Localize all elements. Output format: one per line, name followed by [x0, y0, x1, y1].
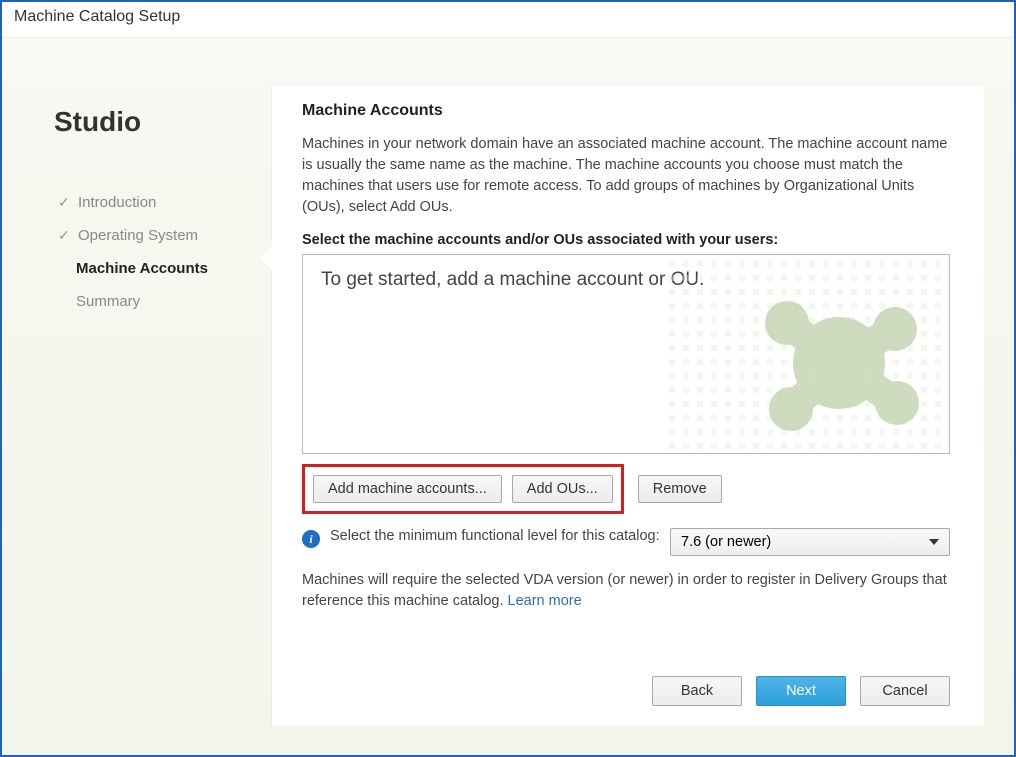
next-button[interactable]: Next — [756, 676, 846, 706]
check-icon: ✓ — [58, 227, 76, 244]
select-accounts-label: Select the machine accounts and/or OUs a… — [302, 232, 950, 248]
studio-brand: Studio — [54, 106, 262, 138]
back-button[interactable]: Back — [652, 676, 742, 706]
check-icon: ✓ — [58, 194, 76, 211]
add-ous-button[interactable]: Add OUs... — [512, 475, 613, 503]
step-machine-accounts[interactable]: Machine Accounts — [54, 252, 262, 285]
dropdown-value: 7.6 (or newer) — [681, 534, 771, 550]
info-icon: i — [302, 530, 320, 548]
wizard-panel: Machine Accounts Machines in your networ… — [272, 86, 984, 726]
add-machine-accounts-button[interactable]: Add machine accounts... — [313, 475, 502, 503]
highlighted-buttons: Add machine accounts... Add OUs... — [302, 464, 624, 514]
window-title: Machine Catalog Setup — [2, 2, 1014, 38]
step-label: Operating System — [78, 227, 198, 244]
accounts-button-row: Add machine accounts... Add OUs... Remov… — [302, 464, 950, 514]
step-operating-system[interactable]: ✓ Operating System — [54, 219, 262, 252]
step-label: Machine Accounts — [76, 260, 208, 277]
window-body: Studio ✓ Introduction ✓ Operating System… — [2, 38, 1014, 755]
step-introduction[interactable]: ✓ Introduction — [54, 186, 262, 219]
active-step-pointer — [260, 246, 272, 270]
functional-level-row: i Select the minimum functional level fo… — [302, 528, 950, 556]
step-label: Summary — [76, 293, 140, 310]
step-label: Introduction — [78, 194, 156, 211]
chevron-down-icon — [929, 539, 939, 545]
cancel-button[interactable]: Cancel — [860, 676, 950, 706]
wizard-window: Machine Catalog Setup Studio ✓ Introduct… — [0, 0, 1016, 757]
learn-more-link[interactable]: Learn more — [508, 593, 582, 609]
panel-heading: Machine Accounts — [302, 102, 950, 120]
remove-button[interactable]: Remove — [638, 475, 722, 503]
wizard-sidebar: Studio ✓ Introduction ✓ Operating System… — [32, 86, 272, 755]
step-summary[interactable]: Summary — [54, 285, 262, 318]
wizard-footer: Back Next Cancel — [652, 676, 950, 706]
panel-description: Machines in your network domain have an … — [302, 134, 950, 218]
functional-level-label: Select the minimum functional level for … — [330, 528, 660, 544]
functional-level-dropdown[interactable]: 7.6 (or newer) — [670, 528, 950, 556]
decorative-shape — [669, 254, 950, 454]
wizard-steps: ✓ Introduction ✓ Operating System Machin… — [54, 186, 262, 318]
accounts-listbox[interactable]: To get started, add a machine account or… — [302, 254, 950, 454]
note-text: Machines will require the selected VDA v… — [302, 572, 947, 609]
vda-note: Machines will require the selected VDA v… — [302, 570, 950, 612]
